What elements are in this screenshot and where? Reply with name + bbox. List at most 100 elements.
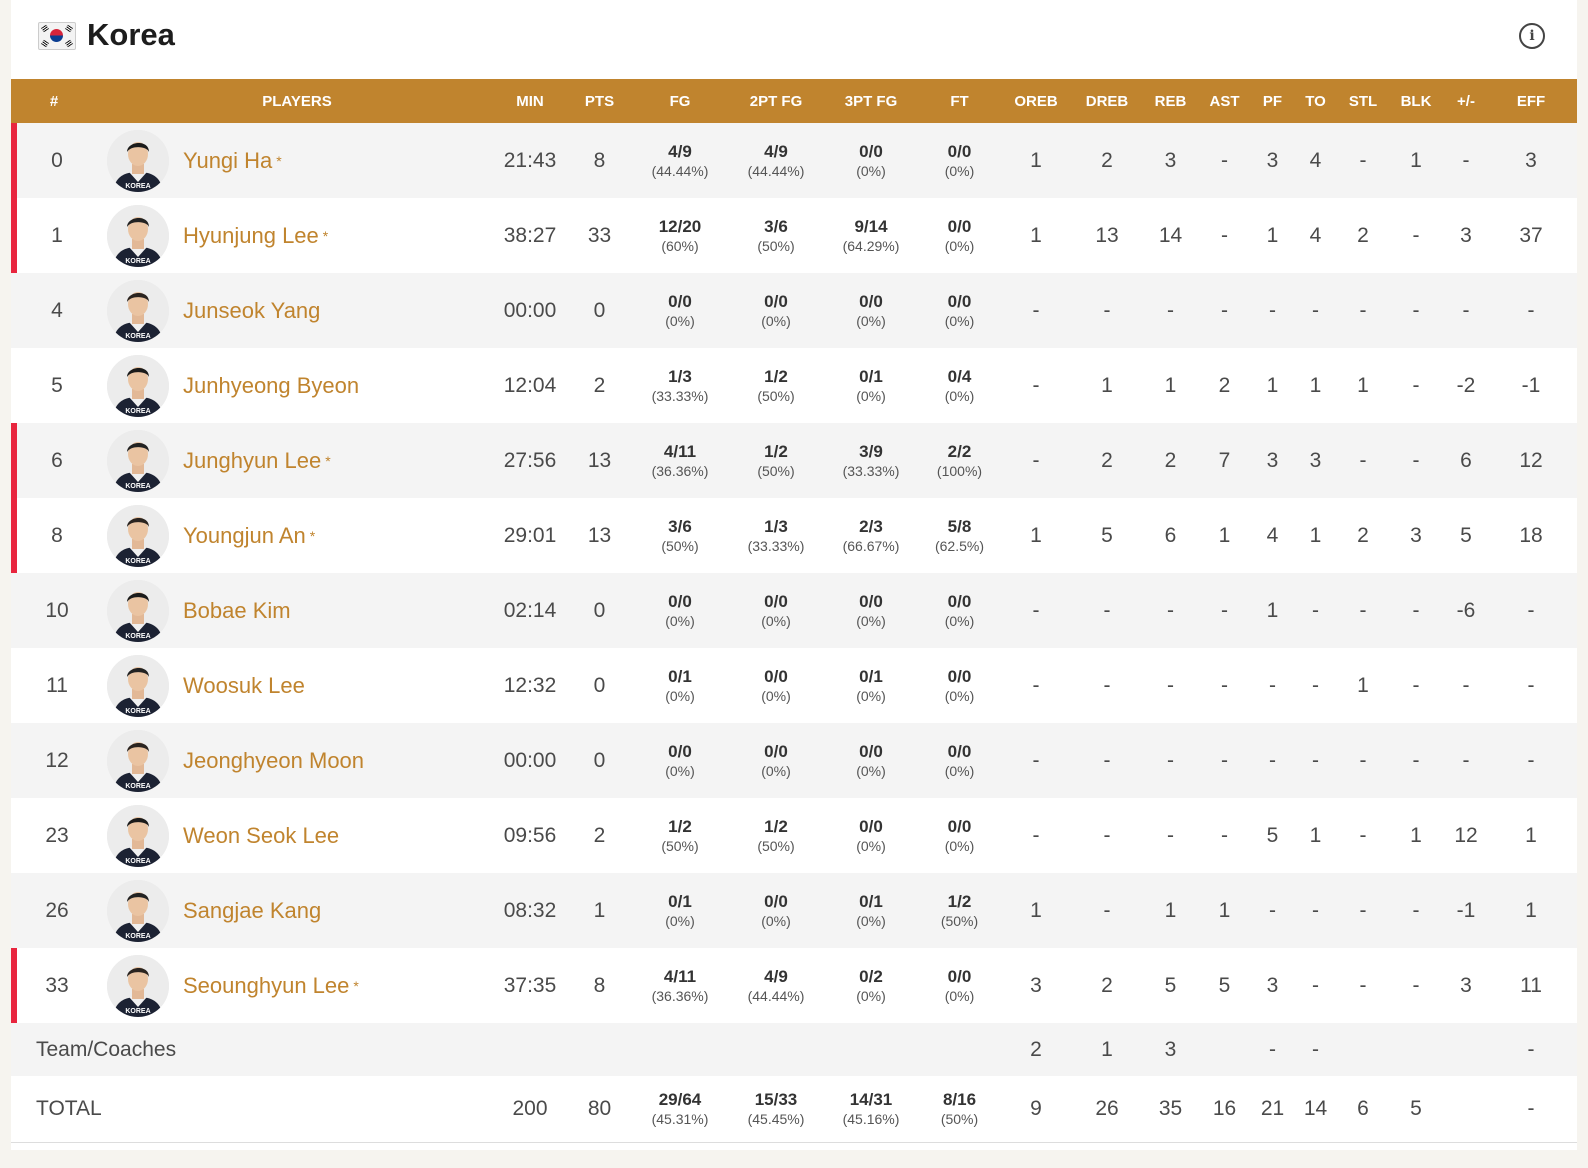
player-cell[interactable]: KOREA Bobae Kim [97,573,497,648]
player-name-link[interactable]: Jeonghyeon Moon [183,748,364,774]
player-avatar[interactable]: KOREA [107,204,169,267]
column-header[interactable]: PTS [563,79,636,123]
player-avatar[interactable]: KOREA [107,804,169,867]
shot-cell: 1/2 (50%) [724,798,828,873]
stat-eff: 3 [1485,123,1577,198]
player-row[interactable]: 33 KOREA Seounghyun Lee * 37:35 8 4/11 (36.36%)… [11,948,1577,1023]
column-header[interactable]: # [11,79,97,123]
column-header[interactable]: OREB [1005,79,1067,123]
empty-cell [1447,1023,1485,1076]
column-header[interactable]: STL [1341,79,1385,123]
column-header[interactable]: DREB [1067,79,1147,123]
player-row[interactable]: 0 KOREA Yungi Ha * 21:43 8 4/9 (44.44%) 4/9 (44.4… [11,123,1577,198]
player-row[interactable]: 26 KOREA Sangjae Kang 08:32 1 0/1 (0%) 0/0 (0%) 0… [11,873,1577,948]
player-cell[interactable]: KOREA Junhyeong Byeon [97,348,497,423]
shot-cell: 0/0 (0%) [636,573,724,648]
player-cell[interactable]: KOREA Hyunjung Lee * [97,198,497,273]
minutes: 21:43 [497,123,563,198]
stat-to: 3 [1290,423,1341,498]
player-avatar[interactable]: KOREA [107,129,169,192]
player-cell[interactable]: KOREA Youngjun An * [97,498,497,573]
shot-cell: 0/1 (0%) [828,648,914,723]
player-avatar[interactable]: KOREA [107,429,169,492]
player-cell[interactable]: KOREA Junghyun Lee * [97,423,497,498]
column-header[interactable]: 3PT FG [828,79,914,123]
column-header[interactable]: 2PT FG [724,79,828,123]
player-name-link[interactable]: Youngjun An [183,523,306,549]
player-avatar[interactable]: KOREA [107,279,169,342]
player-avatar[interactable]: KOREA [107,954,169,1017]
column-header[interactable]: BLK [1385,79,1447,123]
player-cell[interactable]: KOREA Sangjae Kang [97,873,497,948]
player-avatar[interactable]: KOREA [107,879,169,942]
minutes: 02:14 [497,573,563,648]
player-name-link[interactable]: Junhyeong Byeon [183,373,359,399]
shot-percentage: (0%) [944,312,975,329]
player-name-link[interactable]: Junghyun Lee [183,448,321,474]
player-row[interactable]: 8 KOREA Youngjun An * 29:01 13 3/6 (50%) 1/3 (33.… [11,498,1577,573]
player-avatar[interactable]: KOREA [107,654,169,717]
shot-percentage: (0%) [944,237,975,254]
column-header[interactable]: FT [914,79,1005,123]
player-cell[interactable]: KOREA Weon Seok Lee [97,798,497,873]
column-header[interactable]: EFF [1485,79,1577,123]
shot-made-attempted: 2/2 [947,441,972,461]
player-name-link[interactable]: Sangjae Kang [183,898,321,924]
player-cell[interactable]: KOREA Jeonghyeon Moon [97,723,497,798]
column-header[interactable]: TO [1290,79,1341,123]
player-row[interactable]: 6 KOREA Junghyun Lee * 27:56 13 4/11 (36.36%) 1/… [11,423,1577,498]
player-row[interactable]: 11 KOREA Woosuk Lee 12:32 0 0/1 (0%) 0/0 (0%) 0/1… [11,648,1577,723]
stat-ast: - [1194,723,1255,798]
player-row[interactable]: 23 KOREA Weon Seok Lee 09:56 2 1/2 (50%) 1/2 (50… [11,798,1577,873]
player-name-link[interactable]: Woosuk Lee [183,673,305,699]
column-header[interactable]: REB [1147,79,1194,123]
shot-cell: 0/0 (0%) [914,723,1005,798]
shot-cell: 0/2 (0%) [828,948,914,1023]
info-icon[interactable]: i [1519,23,1545,49]
player-name-link[interactable]: Hyunjung Lee [183,223,319,249]
player-name-link[interactable]: Yungi Ha [183,148,272,174]
shot-percentage: (50%) [757,462,795,479]
stat-ast: - [1194,123,1255,198]
minutes: 12:04 [497,348,563,423]
shot-percentage: (45.45%) [747,1111,805,1127]
shot-made-attempted: 0/0 [764,741,788,761]
stat-oreb: 9 [1005,1076,1067,1143]
player-avatar[interactable]: KOREA [107,579,169,642]
player-avatar[interactable]: KOREA [107,354,169,417]
stat-eff: - [1485,273,1577,348]
player-name-link[interactable]: Bobae Kim [183,598,291,624]
column-header[interactable]: FG [636,79,724,123]
shot-percentage: (33.33%) [651,387,709,404]
stat-oreb: - [1005,798,1067,873]
player-cell[interactable]: KOREA Woosuk Lee [97,648,497,723]
player-row[interactable]: 4 KOREA Junseok Yang 00:00 0 0/0 (0%) 0/0 (0%) 0/… [11,273,1577,348]
svg-text:KOREA: KOREA [125,1008,150,1015]
player-avatar[interactable]: KOREA [107,729,169,792]
player-row[interactable]: 10 KOREA Bobae Kim 02:14 0 0/0 (0%) 0/0 (0%) 0/0(… [11,573,1577,648]
player-row[interactable]: 5 KOREA Junhyeong Byeon 12:04 2 1/3 (33.33%) 1/… [11,348,1577,423]
points: 80 [563,1076,636,1143]
stat-eff: -1 [1485,348,1577,423]
player-cell[interactable]: KOREA Seounghyun Lee * [97,948,497,1023]
column-header[interactable]: MIN [497,79,563,123]
player-avatar[interactable]: KOREA [107,504,169,567]
player-row[interactable]: 12 KOREA Jeonghyeon Moon 00:00 0 0/0 (0%) 0/0 (0… [11,723,1577,798]
shot-cell: 0/0 (0%) [914,198,1005,273]
jersey-number: 10 [11,573,97,648]
shot-percentage: (0%) [761,312,791,329]
shot-cell: 0/0 (0%) [914,948,1005,1023]
player-cell[interactable]: KOREA Junseok Yang [97,273,497,348]
jersey-number: 12 [11,723,97,798]
player-name-link[interactable]: Weon Seok Lee [183,823,339,849]
stat-oreb: - [1005,348,1067,423]
player-name-link[interactable]: Seounghyun Lee [183,973,349,999]
player-cell[interactable]: KOREA Yungi Ha * [97,123,497,198]
column-header[interactable]: PF [1255,79,1290,123]
column-header[interactable]: AST [1194,79,1255,123]
player-row[interactable]: 1 KOREA Hyunjung Lee * 38:27 33 12/20 (60%) 3/6(… [11,198,1577,273]
stat-pf: 5 [1255,798,1290,873]
player-name-link[interactable]: Junseok Yang [183,298,320,324]
column-header[interactable]: PLAYERS [97,79,497,123]
column-header[interactable]: +/- [1447,79,1485,123]
